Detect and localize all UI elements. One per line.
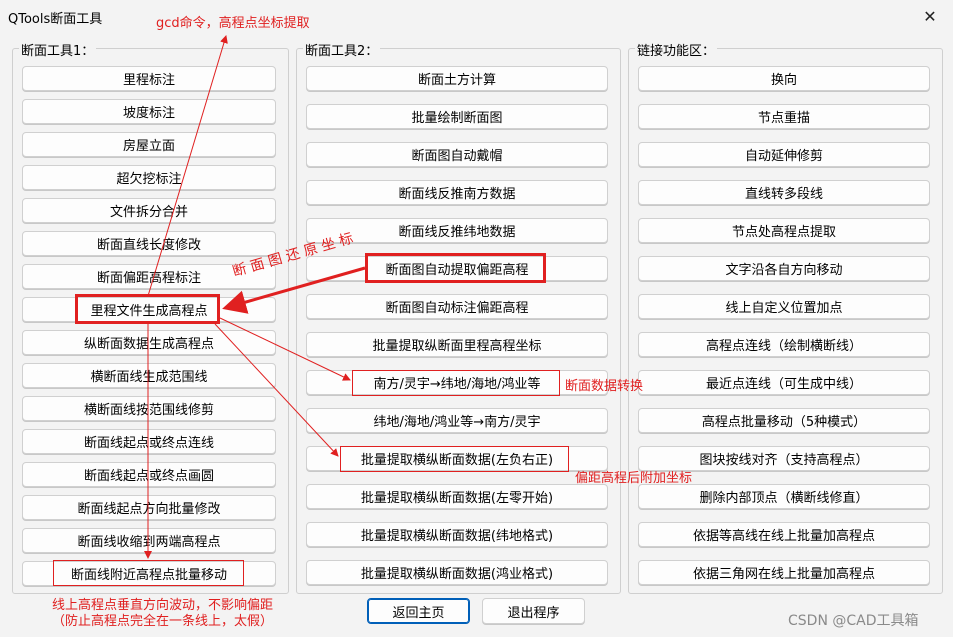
annotation-arrows <box>144 35 366 559</box>
arrow-restore-coords <box>222 266 366 314</box>
arrow-to-gcd <box>147 35 228 297</box>
arrow-to-convert <box>219 317 351 381</box>
arrow-to-left-neg <box>214 323 339 457</box>
